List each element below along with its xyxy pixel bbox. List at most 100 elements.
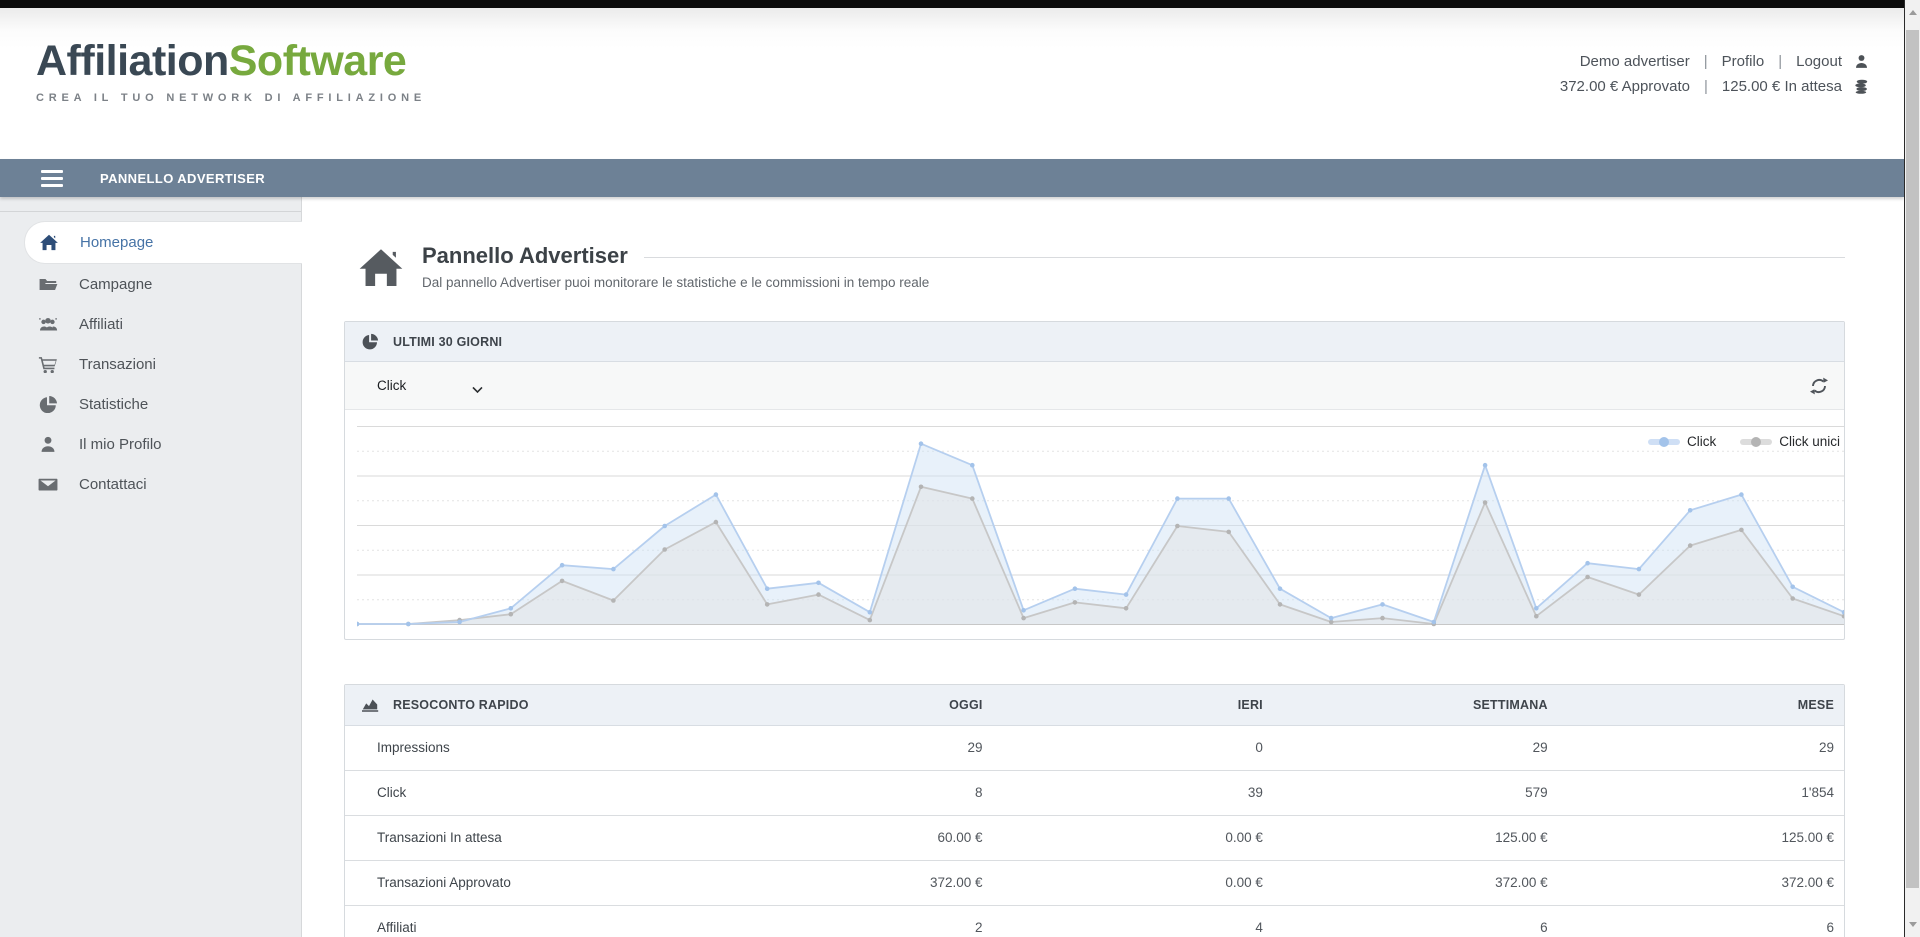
sidebar-item-label: Transazioni xyxy=(79,356,156,373)
table-cell: 1'854 xyxy=(1558,770,1844,815)
approved-balance: 372.00 € Approvato xyxy=(1560,78,1690,95)
logo-part2: Software xyxy=(229,37,407,85)
coins-icon xyxy=(1853,78,1870,95)
column-header-ieri: IERI xyxy=(993,685,1273,725)
logo-wordmark: AffiliationSoftware xyxy=(36,40,426,83)
table-cell: 2 xyxy=(742,905,992,937)
app-window: AffiliationSoftware CREA IL TUO NETWORK … xyxy=(0,8,1904,937)
legend-label: Click unici xyxy=(1779,434,1840,449)
area-chart-icon xyxy=(361,696,379,713)
user-icon xyxy=(1853,53,1870,70)
column-header-settimana: SETTIMANA xyxy=(1273,685,1558,725)
balance-line: 372.00 € Approvato | 125.00 € In attesa xyxy=(1560,74,1870,99)
page-header: Pannello Advertiser Dal pannello Adverti… xyxy=(357,243,1845,291)
table-row: Click 8 39 579 1'854 xyxy=(345,770,1844,815)
logo-tagline: CREA IL TUO NETWORK DI AFFILIAZIONE xyxy=(36,92,426,104)
legend-item-click-unici[interactable]: Click unici xyxy=(1740,434,1840,449)
metric-select-wrap: Click xyxy=(373,374,485,397)
sidebar-item-label: Il mio Profilo xyxy=(79,436,162,453)
table-cell: 372.00 € xyxy=(1558,860,1844,905)
page-subtitle: Dal pannello Advertiser puoi monitorare … xyxy=(422,275,1845,290)
scrollbar-down-arrow-icon[interactable] xyxy=(1909,922,1917,927)
row-label: Click xyxy=(345,770,742,815)
chart-svg xyxy=(357,426,1844,629)
legend-label: Click xyxy=(1687,434,1716,449)
chart-toolbar: Click xyxy=(345,362,1844,410)
sidebar-item-homepage[interactable]: Homepage xyxy=(24,221,302,264)
metric-select[interactable]: Click xyxy=(373,374,485,397)
separator: | xyxy=(1701,53,1711,70)
table-cell: 6 xyxy=(1273,905,1558,937)
sidebar-item-label: Contattaci xyxy=(79,476,147,493)
table-row: Impressions 29 0 29 29 xyxy=(345,725,1844,770)
main-content: Pannello Advertiser Dal pannello Adverti… xyxy=(302,197,1904,937)
sidebar-item-statistiche[interactable]: Statistiche xyxy=(0,384,301,424)
table-cell: 579 xyxy=(1273,770,1558,815)
table-cell: 372.00 € xyxy=(1273,860,1558,905)
table-cell: 29 xyxy=(742,725,992,770)
sidebar-item-contattaci[interactable]: Contattaci xyxy=(0,464,301,504)
table-cell: 29 xyxy=(1273,725,1558,770)
hamburger-icon[interactable] xyxy=(41,170,63,187)
profile-link[interactable]: Profilo xyxy=(1722,53,1765,70)
user-menu-line: Demo advertiser | Profilo | Logout xyxy=(1560,49,1870,74)
page-scrollbar[interactable] xyxy=(1904,0,1920,937)
row-label: Transazioni Approvato xyxy=(345,860,742,905)
logout-link[interactable]: Logout xyxy=(1796,53,1842,70)
header-user-info: Demo advertiser | Profilo | Logout 372.0… xyxy=(1560,49,1870,99)
legend-swatch-click xyxy=(1648,439,1680,445)
table-cell: 29 xyxy=(1558,725,1844,770)
sidebar-item-affiliati[interactable]: Affiliati xyxy=(0,304,301,344)
legend-item-click[interactable]: Click xyxy=(1648,434,1716,449)
sidebar-item-label: Statistiche xyxy=(79,396,148,413)
table-row: Transazioni Approvato 372.00 € 0.00 € 37… xyxy=(345,860,1844,905)
table-cell: 60.00 € xyxy=(742,815,992,860)
logo: AffiliationSoftware CREA IL TUO NETWORK … xyxy=(36,40,426,104)
sidebar: Homepage Campagne Affiliati Transazioni … xyxy=(0,197,302,937)
sidebar-menu: Homepage Campagne Affiliati Transazioni … xyxy=(0,221,301,504)
table-cell: 6 xyxy=(1558,905,1844,937)
table-row: Transazioni In attesa 60.00 € 0.00 € 125… xyxy=(345,815,1844,860)
folder-icon xyxy=(38,275,58,293)
sidebar-item-campagne[interactable]: Campagne xyxy=(0,264,301,304)
panel-header: ULTIMI 30 GIORNI xyxy=(345,322,1844,362)
site-header: AffiliationSoftware CREA IL TUO NETWORK … xyxy=(0,8,1904,159)
account-link[interactable]: Demo advertiser xyxy=(1580,53,1690,70)
pending-balance: 125.00 € In attesa xyxy=(1722,78,1842,95)
top-navbar: PANNELLO ADVERTISER xyxy=(0,159,1904,197)
table-title: RESOCONTO RAPIDO xyxy=(393,698,529,712)
envelope-icon xyxy=(38,475,58,493)
row-label: Affiliati xyxy=(345,905,742,937)
quick-report-table: RESOCONTO RAPIDO OGGI IERI SETTIMANA MES… xyxy=(345,685,1844,937)
scrollbar-up-arrow-icon[interactable] xyxy=(1909,10,1917,15)
sidebar-item-label: Campagne xyxy=(79,276,152,293)
navbar-title: PANNELLO ADVERTISER xyxy=(100,171,265,186)
sidebar-item-il-mio-profilo[interactable]: Il mio Profilo xyxy=(0,424,301,464)
column-header-mese: MESE xyxy=(1558,685,1844,725)
row-label: Transazioni In attesa xyxy=(345,815,742,860)
last-30-days-panel: ULTIMI 30 GIORNI Click xyxy=(344,321,1845,640)
chart-legend: Click Click unici xyxy=(1648,434,1840,449)
refresh-icon[interactable] xyxy=(1810,377,1828,395)
title-rule xyxy=(644,257,1845,258)
table-cell: 8 xyxy=(742,770,992,815)
scrollbar-thumb[interactable] xyxy=(1906,30,1919,888)
table-cell: 39 xyxy=(993,770,1273,815)
table-cell: 372.00 € xyxy=(742,860,992,905)
home-icon xyxy=(39,234,59,252)
chart-area: Click Click unici xyxy=(345,410,1844,639)
table-row: Affiliati 2 4 6 6 xyxy=(345,905,1844,937)
users-icon xyxy=(38,315,58,333)
table-header-row: RESOCONTO RAPIDO OGGI IERI SETTIMANA MES… xyxy=(345,685,1844,725)
sidebar-item-label: Homepage xyxy=(80,234,153,251)
pie-chart-icon xyxy=(38,395,58,413)
table-cell: 0.00 € xyxy=(993,815,1273,860)
table-cell: 125.00 € xyxy=(1558,815,1844,860)
page-title: Pannello Advertiser xyxy=(422,243,628,269)
table-cell: 4 xyxy=(993,905,1273,937)
sidebar-item-label: Affiliati xyxy=(79,316,123,333)
logo-part1: Affiliation xyxy=(36,37,229,85)
legend-swatch-click-unici xyxy=(1740,439,1772,445)
pie-chart-icon xyxy=(361,333,379,350)
sidebar-item-transazioni[interactable]: Transazioni xyxy=(0,344,301,384)
